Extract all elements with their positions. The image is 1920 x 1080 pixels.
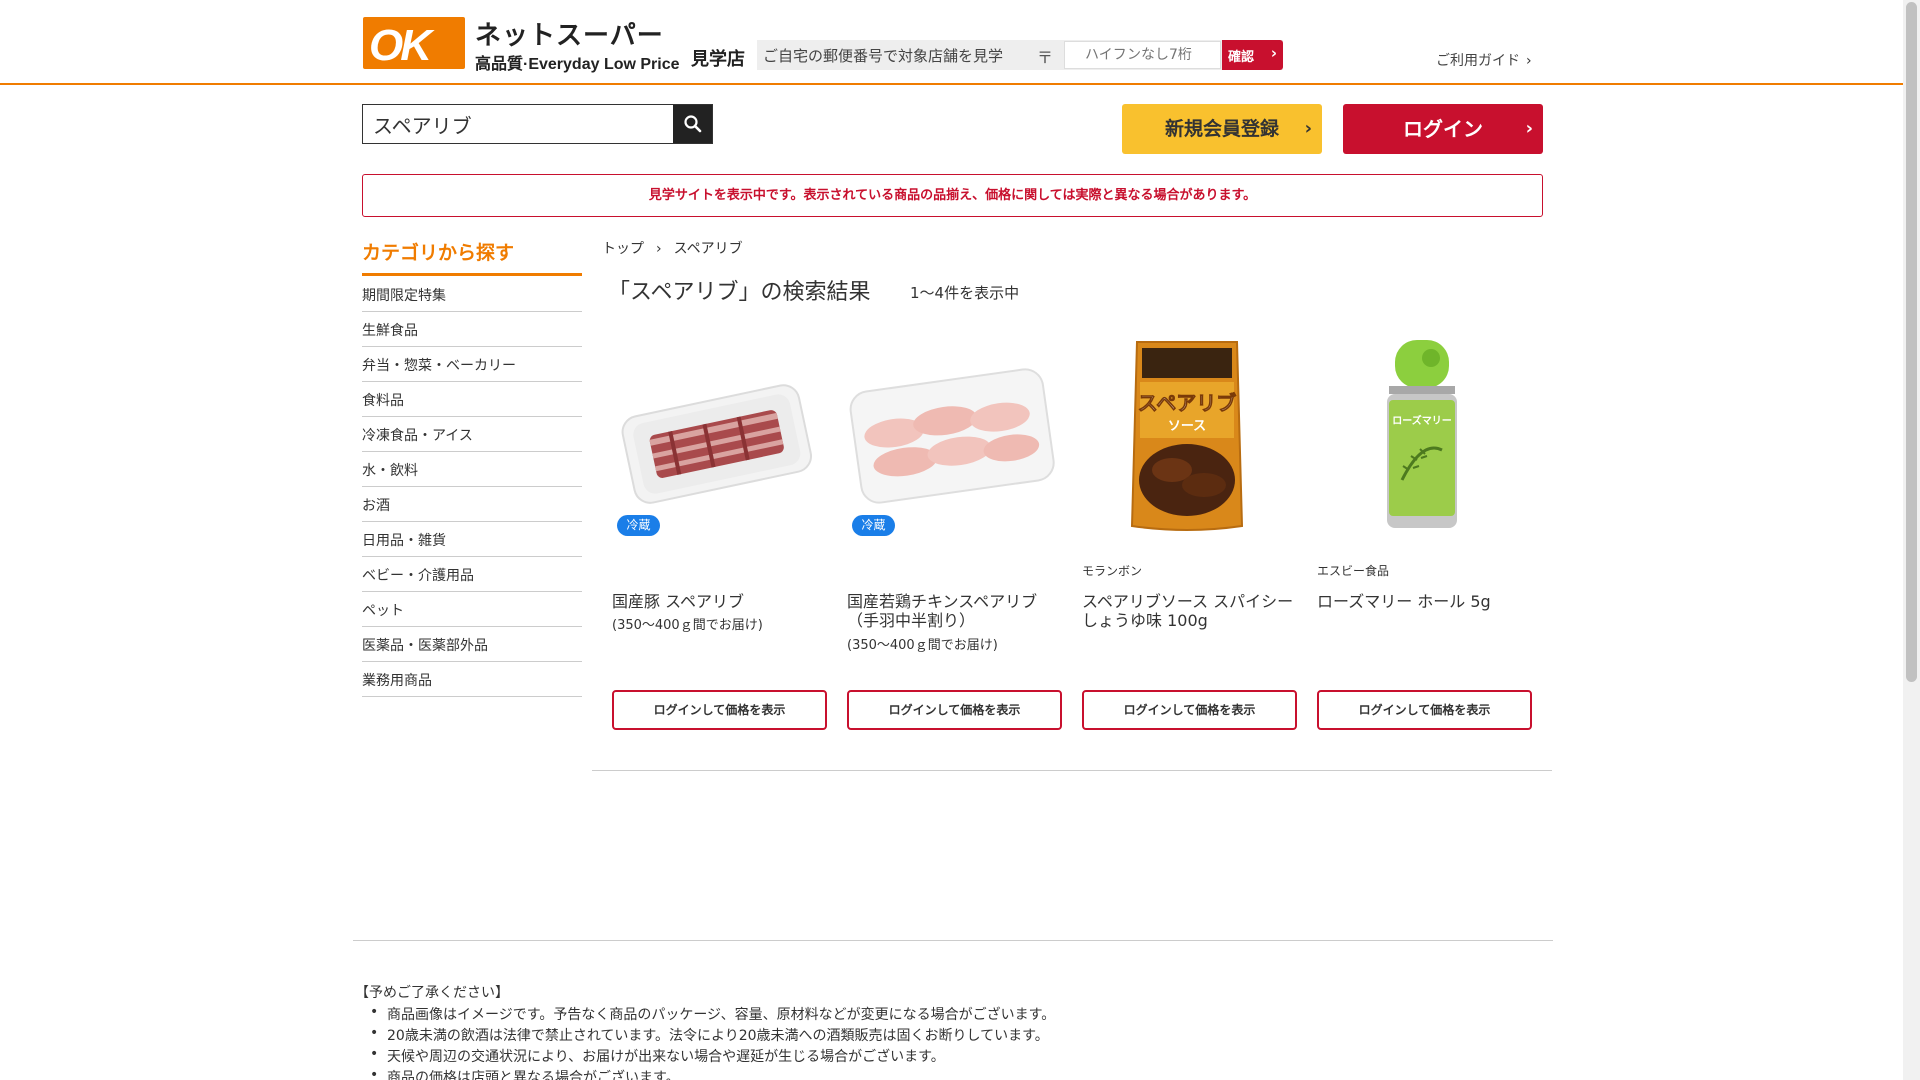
chicken-spareribs-image [849,368,1055,504]
product-image[interactable] [847,330,1057,540]
category-item[interactable]: ペット [362,592,582,627]
sauce-pouch-image: スペアリブ ソース [1130,341,1244,531]
category-list: 期間限定特集 生鮮食品 弁当・惣菜・ベーカリー 食料品 冷凍食品・アイス 水・飲… [362,277,582,697]
category-item[interactable]: 医薬品・医薬部外品 [362,627,582,662]
scrollbar-thumb[interactable] [1906,2,1917,682]
breadcrumb: トップ › スペアリブ [602,238,743,258]
product-card: 冷蔵 国産豚 スペアリブ (350～400ｇ間でお届け) ログインして価格を表示 [602,320,837,730]
category-item[interactable]: 日用品・雑貨 [362,522,582,557]
product-grid: 冷蔵 国産豚 スペアリブ (350～400ｇ間でお届け) ログインして価格を表示… [602,320,1546,730]
register-label: 新規会員登録 [1164,118,1279,140]
store-label: 見学店 [691,49,745,70]
disclaimer-item: 天候や周辺の交通状況により、お届けが出来ない場合や遅延が生じる場合がございます。 [370,1046,1455,1067]
pouch-label-2: ソース [1168,419,1206,434]
category-item[interactable]: 業務用商品 [362,662,582,697]
login-label: ログイン [1403,117,1483,141]
logo-title: ネットスーパー [475,21,664,51]
disclaimer-item: 商品の価格は店頭と異なる場合がございます。 [370,1067,1455,1080]
zip-input[interactable] [1064,41,1221,69]
zip-confirm-label: 確認 [1228,50,1255,65]
chevron-right-icon: › [1270,44,1277,62]
login-to-view-price-button[interactable]: ログインして価格を表示 [1317,690,1532,730]
ok-logo-mark: OK [363,17,465,70]
logo-subtitle: 高品質·Everyday Low Price [475,56,680,73]
product-image[interactable] [612,330,822,540]
login-to-view-price-button[interactable]: ログインして価格を表示 [847,690,1062,730]
pork-spareribs-image [621,384,812,504]
pouch-label-1: スペアリブ [1138,391,1237,415]
category-item[interactable]: 冷凍食品・アイス [362,417,582,452]
zip-confirm-button[interactable]: 確認 › [1222,40,1283,70]
site-header: OK ネットスーパー 高品質·Everyday Low Price 見学店 ご自… [0,0,1903,85]
breadcrumb-home[interactable]: トップ [602,241,644,257]
disclaimer-item: 20歳未満の飲酒は法律で禁止されています。法令により20歳未満への酒類販売は固く… [370,1025,1455,1046]
demo-site-notice: 見学サイトを表示中です。表示されている商品の品揃え、価格に関しては実際と異なる場… [362,174,1543,217]
breadcrumb-current: スペアリブ [673,241,743,257]
category-item[interactable]: ベビー・介護用品 [362,557,582,592]
usage-guide-link[interactable]: ご利用ガイド › [1436,50,1532,70]
login-to-view-price-button[interactable]: ログインして価格を表示 [1082,690,1297,730]
product-note: (350～400ｇ間でお届け) [847,638,998,653]
disclaimer-list: 商品画像はイメージです。予告なく商品のパッケージ、容量、原材料などが変更になる場… [355,1004,1455,1080]
logo-mark-text: OK [369,21,432,70]
category-item[interactable]: 期間限定特集 [362,277,582,312]
category-item[interactable]: 生鮮食品 [362,312,582,347]
product-name[interactable]: ローズマリー ホール 5g [1317,592,1532,611]
register-button[interactable]: 新規会員登録 › [1122,104,1322,154]
search-input[interactable] [363,105,673,143]
product-maker: モランボン [1082,564,1143,578]
bottle-label: ローズマリー [1392,414,1452,427]
usage-guide-label: ご利用ガイド [1436,53,1520,69]
disclaimer-section: 【予めご了承ください】 商品画像はイメージです。予告なく商品のパッケージ、容量、… [355,982,1455,1080]
product-card: 冷蔵 国産若鶏チキンスペアリブ（手羽中半割り） (350～400ｇ間でお届け) … [837,320,1072,730]
login-button[interactable]: ログイン › [1343,104,1543,154]
chevron-right-icon: › [1304,118,1312,139]
results-divider [592,770,1552,771]
product-name[interactable]: スペアリブソース スパイシーしょうゆ味 100g [1082,592,1297,630]
chevron-right-icon: › [1526,53,1532,69]
chevron-right-icon: › [1525,118,1533,139]
postal-mark-icon: 〒 [1037,48,1054,67]
product-note: (350～400ｇ間でお届け) [612,618,763,633]
footer-divider [353,940,1553,941]
login-to-view-price-button[interactable]: ログインして価格を表示 [612,690,827,730]
search-button[interactable] [673,105,712,143]
category-item[interactable]: お酒 [362,487,582,522]
product-search [362,104,713,144]
search-result-title: 「スペアリブ」の検索結果 [608,280,871,305]
product-name[interactable]: 国産豚 スペアリブ [612,592,827,611]
site-logo[interactable]: OK ネットスーパー 高品質·Everyday Low Price [363,15,680,73]
search-result-count: 1～4件を表示中 [910,284,1020,302]
category-item[interactable]: 水・飲料 [362,452,582,487]
product-card: スペアリブ ソース モランボン スペアリブソース スパイシーしょうゆ味 100g… [1072,320,1307,730]
disclaimer-item: 商品画像はイメージです。予告なく商品のパッケージ、容量、原材料などが変更になる場… [370,1004,1455,1025]
refrigerated-badge: 冷蔵 [617,515,660,536]
product-card: ローズマリー エスビー食品 ローズマリー ホール 5g ログインして価格を表示 [1307,320,1542,730]
search-icon [684,115,702,133]
product-image[interactable]: スペアリブ ソース [1082,330,1292,540]
zip-prompt: ご自宅の郵便番号で対象店舗を見学 [763,47,1004,65]
category-heading: カテゴリから探す [362,238,582,276]
page-scrollbar[interactable] [1903,0,1920,1080]
product-name[interactable]: 国産若鶏チキンスペアリブ（手羽中半割り） [847,592,1062,630]
product-maker: エスビー食品 [1317,564,1390,578]
category-item[interactable]: 弁当・惣菜・ベーカリー [362,347,582,382]
disclaimer-heading: 【予めご了承ください】 [355,985,509,1001]
breadcrumb-separator: › [656,241,662,257]
refrigerated-badge: 冷蔵 [852,515,895,536]
zip-search-bar: ご自宅の郵便番号で対象店舗を見学 〒 確認 › [757,40,1283,70]
product-image[interactable]: ローズマリー [1317,330,1527,540]
category-item[interactable]: 食料品 [362,382,582,417]
rosemary-bottle-image: ローズマリー [1387,340,1457,528]
